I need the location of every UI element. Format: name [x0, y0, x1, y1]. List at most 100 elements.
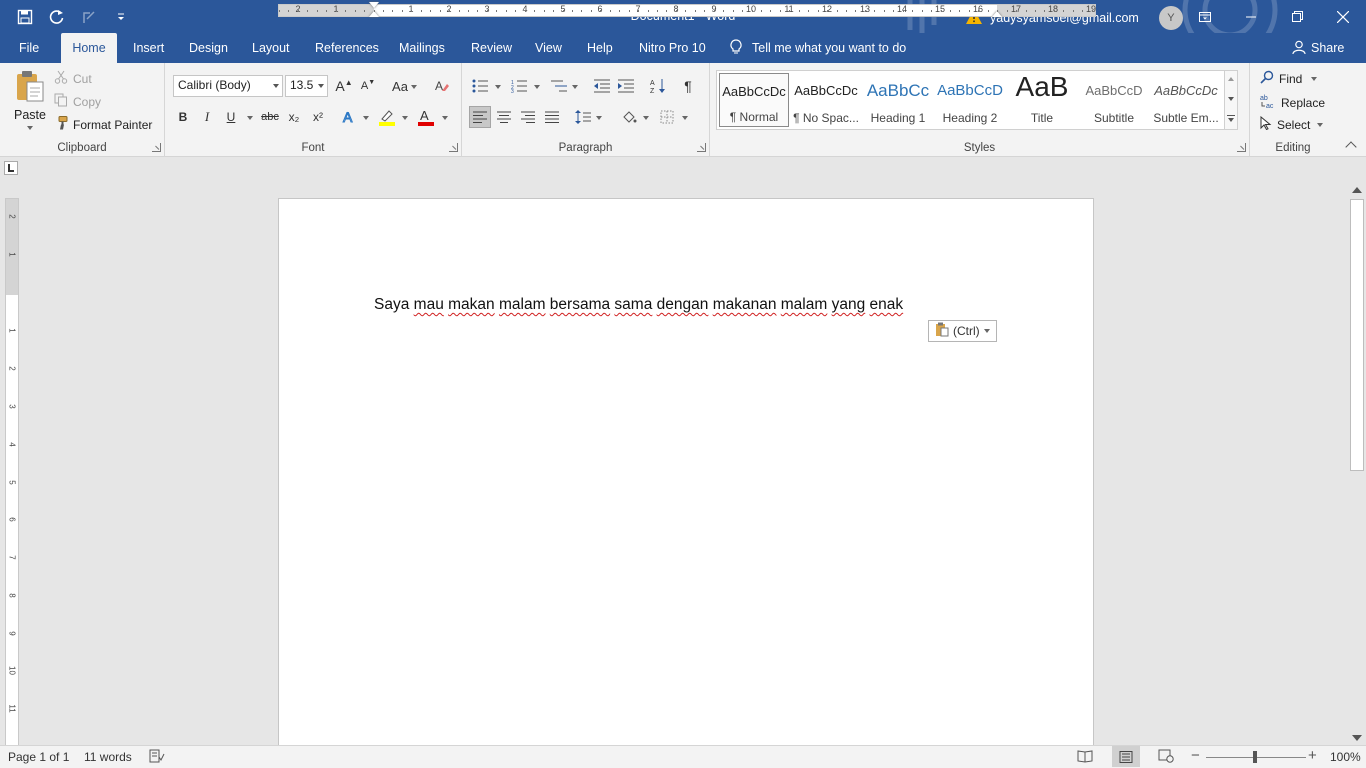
select-dropdown-icon[interactable]	[1317, 122, 1324, 127]
style-heading-2[interactable]: AaBbCcD Heading 2	[935, 73, 1005, 127]
font-name-dropdown-icon[interactable]	[273, 84, 279, 88]
bullets-icon[interactable]	[469, 75, 491, 97]
gallery-up-icon[interactable]	[1228, 77, 1234, 81]
find-label[interactable]: Find	[1279, 72, 1302, 86]
document-word[interactable]: enak	[870, 296, 904, 313]
document-word[interactable]: sama	[614, 296, 652, 313]
font-color-dropdown-icon[interactable]	[442, 116, 448, 120]
styles-gallery-scroll[interactable]	[1224, 70, 1238, 130]
horizontal-ruler[interactable]: 2 1 1 2 3 4 5 6 7 8 9 10 11 12 13 14 15 16 17 18 19	[278, 2, 1096, 17]
style-title[interactable]: AaB Title	[1007, 73, 1077, 127]
font-name-value[interactable]: Calibri (Body)	[178, 78, 251, 92]
gallery-down-icon[interactable]	[1228, 97, 1234, 101]
print-layout-icon[interactable]	[1112, 746, 1140, 767]
first-line-indent-marker[interactable]	[369, 2, 379, 8]
increase-indent-icon[interactable]	[615, 75, 637, 97]
italic-button[interactable]: I	[196, 106, 218, 128]
style-normal[interactable]: AaBbCcDc ¶ Normal	[719, 73, 789, 127]
find-button[interactable]: Find	[1260, 70, 1318, 87]
style-no-spacing[interactable]: AaBbCcDc ¶ No Spac...	[791, 73, 861, 127]
document-word[interactable]: makan	[448, 296, 495, 313]
styles-dialog-launcher-icon[interactable]	[1237, 143, 1246, 152]
format-painter-label[interactable]: Format Painter	[73, 118, 152, 132]
grow-font-icon[interactable]: A ▲	[333, 75, 355, 97]
format-painter-button[interactable]: Format Painter	[54, 116, 152, 133]
font-size-dropdown-icon[interactable]	[318, 84, 324, 88]
superscript-button[interactable]: x²	[307, 106, 329, 128]
paste-dropdown-icon[interactable]	[27, 126, 33, 130]
tab-help[interactable]: Help	[577, 33, 623, 63]
bold-button[interactable]: B	[172, 106, 194, 128]
tab-file[interactable]: File	[9, 33, 49, 63]
cut-label[interactable]: Cut	[73, 72, 92, 86]
restore-icon[interactable]	[1274, 0, 1320, 33]
document-word[interactable]: malam	[499, 296, 546, 313]
justify-icon[interactable]	[541, 106, 563, 128]
text-effects-icon[interactable]: A	[338, 106, 360, 128]
text-effects-dropdown-icon[interactable]	[363, 116, 369, 120]
font-size-value[interactable]: 13.5	[290, 78, 313, 92]
document-word[interactable]: malam	[781, 296, 828, 313]
tell-me-box[interactable]: Tell me what you want to do	[730, 33, 906, 63]
word-count[interactable]: 11 words	[84, 750, 132, 764]
multilevel-dropdown-icon[interactable]	[572, 85, 578, 89]
change-case-label[interactable]: Aa	[392, 79, 408, 94]
zoom-in-icon[interactable]: +	[1308, 747, 1317, 764]
avatar[interactable]: Y	[1158, 6, 1183, 30]
align-right-icon[interactable]	[517, 106, 539, 128]
document-word[interactable]: mau	[414, 296, 444, 313]
highlight-icon[interactable]	[376, 106, 398, 128]
style-heading-1[interactable]: AaBbCc Heading 1	[863, 73, 933, 127]
document-word[interactable]: yang	[832, 296, 866, 313]
underline-button[interactable]: U	[220, 106, 242, 128]
close-icon[interactable]	[1320, 0, 1366, 33]
borders-dropdown-icon[interactable]	[682, 116, 688, 120]
font-color-icon[interactable]: A	[415, 106, 437, 128]
vertical-scrollbar[interactable]	[1348, 183, 1366, 745]
read-mode-icon[interactable]	[1077, 749, 1093, 766]
gallery-more-icon[interactable]	[1227, 115, 1235, 116]
cut-button[interactable]: Cut	[54, 70, 92, 87]
find-dropdown-icon[interactable]	[1311, 76, 1318, 81]
tab-design[interactable]: Design	[179, 33, 238, 63]
page-count[interactable]: Page 1 of 1	[8, 750, 69, 764]
document-page[interactable]: Saya mau makan malam bersama sama dengan…	[278, 198, 1094, 758]
paste-button[interactable]: Paste	[14, 69, 46, 130]
tab-review[interactable]: Review	[461, 33, 522, 63]
tab-nitro[interactable]: Nitro Pro 10	[629, 33, 716, 63]
paste-options-button[interactable]: (Ctrl)	[928, 320, 997, 342]
paste-label[interactable]: Paste	[14, 108, 46, 122]
show-formatting-marks-icon[interactable]: ¶	[677, 75, 699, 97]
change-case-button[interactable]: Aa	[387, 75, 413, 97]
document-word[interactable]: bersama	[550, 296, 610, 313]
underline-dropdown-icon[interactable]	[247, 116, 253, 120]
borders-icon[interactable]	[656, 106, 678, 128]
style-subtitle[interactable]: AaBbCcD Subtitle	[1079, 73, 1149, 127]
vertical-ruler[interactable]: 2 1 1 2 3 4 5 6 7 8 9 10 11	[5, 198, 19, 746]
select-button[interactable]: Select	[1260, 115, 1324, 133]
multilevel-list-icon[interactable]	[548, 75, 570, 97]
web-layout-icon[interactable]	[1158, 749, 1174, 766]
replace-label[interactable]: Replace	[1281, 96, 1325, 110]
copy-button[interactable]: Copy	[54, 93, 101, 110]
tab-references[interactable]: References	[305, 33, 389, 63]
bullets-dropdown-icon[interactable]	[495, 85, 501, 89]
align-left-icon[interactable]	[469, 106, 491, 128]
clipboard-dialog-launcher-icon[interactable]	[152, 143, 161, 152]
decrease-indent-icon[interactable]	[591, 75, 613, 97]
sort-icon[interactable]: AZ	[647, 75, 669, 97]
line-spacing-dropdown-icon[interactable]	[596, 116, 602, 120]
shading-dropdown-icon[interactable]	[643, 116, 649, 120]
numbering-dropdown-icon[interactable]	[534, 85, 540, 89]
shrink-font-icon[interactable]: A ▼	[357, 75, 379, 97]
strikethrough-button[interactable]: abc	[259, 106, 281, 128]
font-dialog-launcher-icon[interactable]	[449, 143, 458, 152]
tab-selector-icon[interactable]	[4, 161, 18, 175]
collapse-ribbon-icon[interactable]	[1345, 141, 1357, 153]
zoom-level[interactable]: 100%	[1330, 750, 1361, 764]
clear-formatting-icon[interactable]: A	[431, 75, 453, 97]
document-word[interactable]: Saya	[374, 296, 409, 313]
tab-layout[interactable]: Layout	[242, 33, 300, 63]
tab-mailings[interactable]: Mailings	[389, 33, 455, 63]
ribbon-display-options-icon[interactable]	[1182, 0, 1228, 33]
